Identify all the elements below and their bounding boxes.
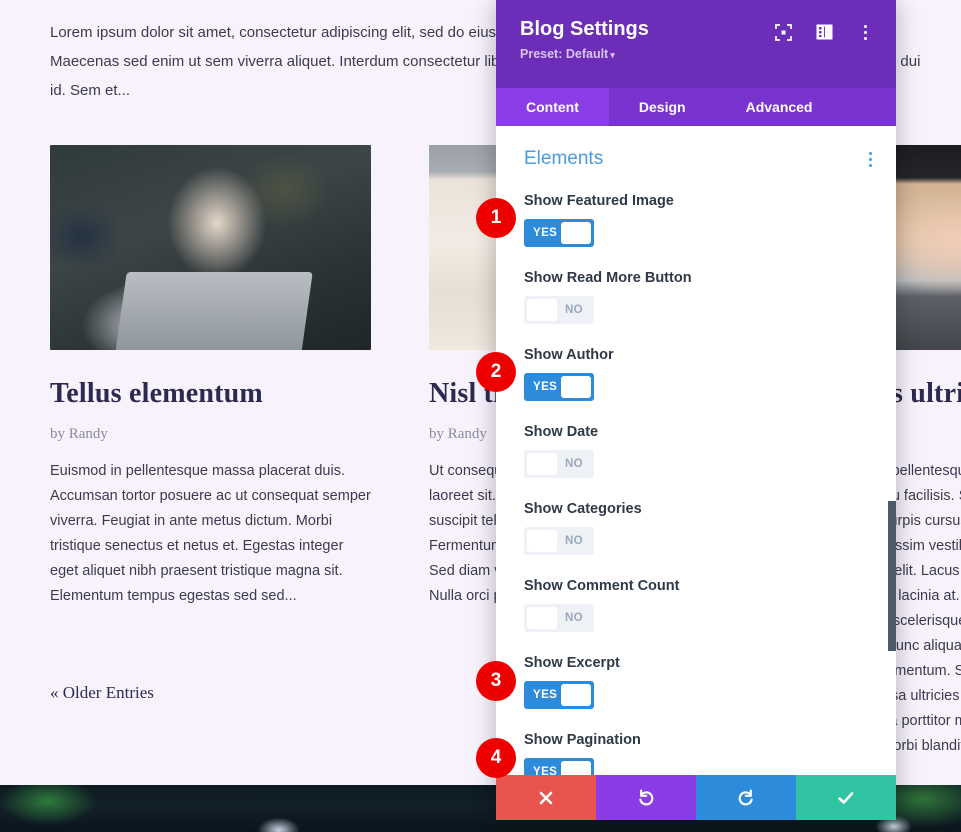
setting-label: Show Read More Button bbox=[524, 270, 868, 286]
settings-panel-scrollbar[interactable] bbox=[888, 501, 896, 651]
tab-advanced[interactable]: Advanced bbox=[716, 88, 843, 126]
setting-label: Show Author bbox=[524, 347, 868, 363]
setting-label: Show Comment Count bbox=[524, 578, 868, 594]
toggle-value: YES bbox=[524, 227, 557, 239]
toggle-knob bbox=[527, 607, 557, 629]
redo-button[interactable] bbox=[696, 775, 796, 820]
toggle-knob bbox=[561, 376, 591, 398]
section-title: Elements bbox=[524, 148, 603, 170]
checkmark-icon bbox=[837, 790, 855, 806]
setting-show-excerpt: Show Excerpt YES bbox=[496, 655, 896, 709]
setting-show-categories: Show Categories NO bbox=[496, 501, 896, 555]
cancel-button[interactable] bbox=[496, 775, 596, 820]
toggle-show-read-more-button[interactable]: NO bbox=[524, 296, 594, 324]
setting-label: Show Pagination bbox=[524, 732, 868, 748]
toggle-knob bbox=[561, 222, 591, 244]
setting-show-featured-image: Show Featured Image YES bbox=[496, 193, 896, 247]
setting-label: Show Excerpt bbox=[524, 655, 868, 671]
chevron-down-icon: ▾ bbox=[610, 50, 615, 60]
toggle-value: NO bbox=[565, 612, 594, 624]
toggle-value: NO bbox=[565, 304, 594, 316]
post-author: by Randy bbox=[50, 426, 371, 443]
modal-body: Elements Show Featured Image YES Show Re… bbox=[496, 126, 896, 775]
preset-label: Preset: Default bbox=[520, 47, 608, 61]
toggle-value: YES bbox=[524, 381, 557, 393]
toggle-show-featured-image[interactable]: YES bbox=[524, 219, 594, 247]
older-entries-link[interactable]: « Older Entries bbox=[50, 683, 154, 703]
elements-section-header[interactable]: Elements bbox=[496, 126, 896, 170]
step-badge-4: 4 bbox=[476, 738, 516, 778]
toggle-show-author[interactable]: YES bbox=[524, 373, 594, 401]
toggle-show-date[interactable]: NO bbox=[524, 450, 594, 478]
undo-button[interactable] bbox=[596, 775, 696, 820]
setting-show-pagination: Show Pagination YES bbox=[496, 732, 896, 775]
close-icon bbox=[538, 790, 554, 806]
panel-layout-icon[interactable] bbox=[815, 23, 833, 41]
setting-show-read-more-button: Show Read More Button NO bbox=[496, 270, 896, 324]
tab-content[interactable]: Content bbox=[496, 88, 609, 126]
save-button[interactable] bbox=[796, 775, 896, 820]
modal-header: Blog Settings Preset: Default▾ bbox=[496, 0, 896, 88]
preset-selector[interactable]: Preset: Default▾ bbox=[520, 47, 649, 61]
blog-settings-modal: Blog Settings Preset: Default▾ bbox=[496, 0, 896, 820]
setting-show-comment-count: Show Comment Count NO bbox=[496, 578, 896, 632]
step-badge-3: 3 bbox=[476, 661, 516, 701]
toggle-knob bbox=[527, 453, 557, 475]
toggle-show-pagination[interactable]: YES bbox=[524, 758, 594, 775]
toggle-show-excerpt[interactable]: YES bbox=[524, 681, 594, 709]
post-featured-image[interactable] bbox=[50, 145, 371, 350]
post-excerpt: Euismod in pellentesque massa placerat d… bbox=[50, 459, 371, 609]
post-title[interactable]: Tellus elementum bbox=[50, 378, 371, 410]
toggle-knob bbox=[561, 684, 591, 706]
setting-show-date: Show Date NO bbox=[496, 424, 896, 478]
toggle-knob bbox=[527, 530, 557, 552]
setting-label: Show Date bbox=[524, 424, 868, 440]
toggle-knob bbox=[561, 761, 591, 775]
toggle-value: YES bbox=[524, 689, 557, 701]
setting-show-author: Show Author YES bbox=[496, 347, 896, 401]
toggle-value: YES bbox=[524, 766, 557, 775]
tab-design[interactable]: Design bbox=[609, 88, 716, 126]
modal-title-group: Blog Settings Preset: Default▾ bbox=[520, 16, 649, 61]
step-badge-2: 2 bbox=[476, 352, 516, 392]
focus-view-icon[interactable] bbox=[774, 23, 792, 41]
post-card[interactable]: Tellus elementum by Randy Euismod in pel… bbox=[50, 145, 371, 759]
modal-footer bbox=[496, 775, 896, 820]
toggle-value: NO bbox=[565, 458, 594, 470]
setting-label: Show Featured Image bbox=[524, 193, 868, 209]
toggle-show-categories[interactable]: NO bbox=[524, 527, 594, 555]
more-options-icon[interactable] bbox=[856, 23, 874, 41]
redo-icon bbox=[737, 789, 755, 807]
section-options-icon[interactable] bbox=[867, 149, 874, 170]
header-icon-group bbox=[774, 23, 874, 41]
toggle-value: NO bbox=[565, 535, 594, 547]
setting-label: Show Categories bbox=[524, 501, 868, 517]
toggle-knob bbox=[527, 299, 557, 321]
undo-icon bbox=[637, 789, 655, 807]
step-badge-1: 1 bbox=[476, 198, 516, 238]
toggle-show-comment-count[interactable]: NO bbox=[524, 604, 594, 632]
modal-title: Blog Settings bbox=[520, 16, 649, 42]
modal-tab-bar: Content Design Advanced bbox=[496, 88, 896, 126]
